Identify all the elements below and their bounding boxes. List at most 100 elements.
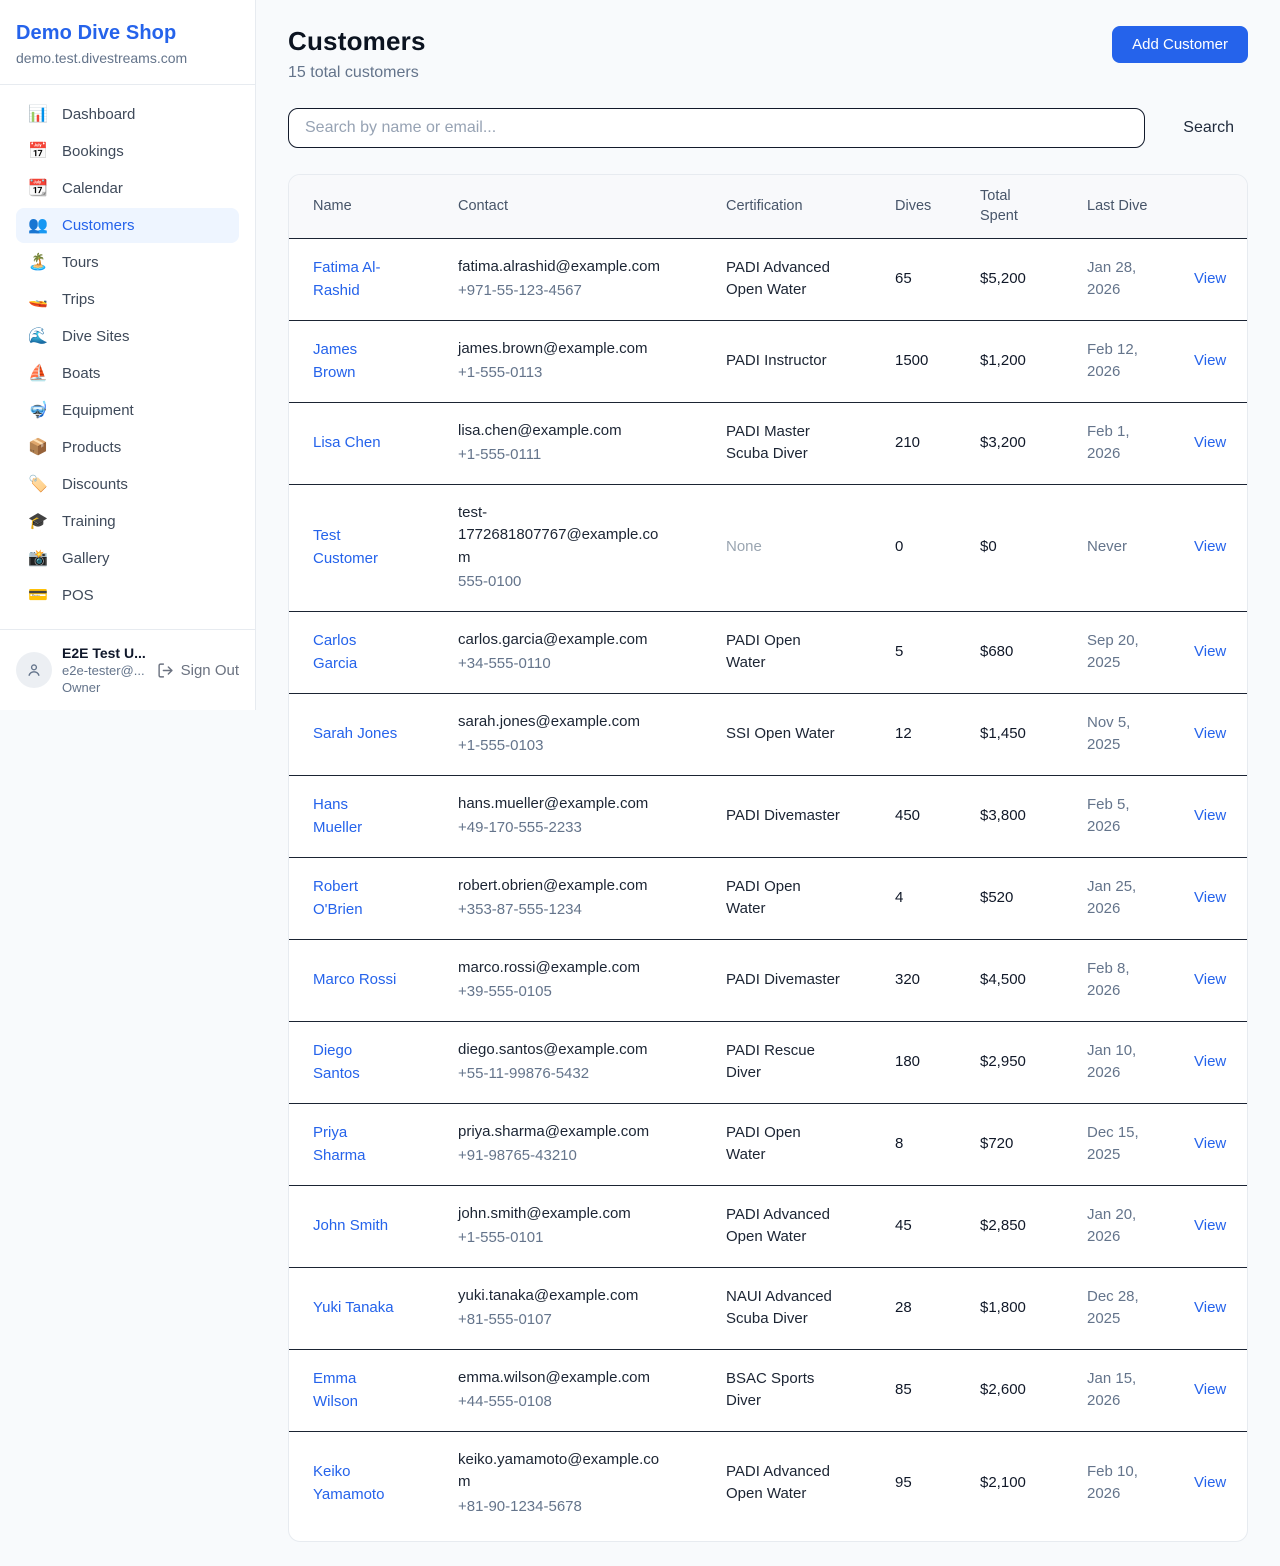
customers-table-card: NameContactCertificationDivesTotal Spent… — [288, 174, 1248, 1542]
view-customer-link[interactable]: View — [1194, 434, 1226, 451]
customer-last-dive: Jan 10, 2026 — [1063, 1021, 1170, 1103]
view-customer-link[interactable]: View — [1194, 1474, 1226, 1491]
column-header-contact: Contact — [434, 175, 702, 238]
view-customer-link[interactable]: View — [1194, 725, 1226, 742]
sidebar-item-customers[interactable]: 👥 Customers — [16, 208, 239, 243]
customer-name-link[interactable]: James Brown — [313, 338, 398, 385]
customer-name-link[interactable]: Emma Wilson — [313, 1367, 398, 1414]
customer-name-link[interactable]: Hans Mueller — [313, 793, 398, 840]
island-icon: 🏝️ — [28, 255, 48, 271]
customer-name-link[interactable]: John Smith — [313, 1214, 388, 1237]
view-customer-link[interactable]: View — [1194, 971, 1226, 988]
customer-total-spent: $3,200 — [956, 402, 1063, 484]
table-row: Lisa Chen lisa.chen@example.com +1-555-0… — [289, 402, 1247, 484]
sidebar-item-tours[interactable]: 🏝️ Tours — [16, 245, 239, 280]
customer-name-link[interactable]: Priya Sharma — [313, 1121, 398, 1168]
sign-out-button[interactable]: Sign Out — [157, 662, 239, 679]
sign-out-label: Sign Out — [181, 662, 239, 679]
page-title: Customers — [288, 26, 426, 57]
view-customer-link[interactable]: View — [1194, 889, 1226, 906]
user-email: e2e-tester@... — [62, 663, 146, 678]
sidebar-item-dive-sites[interactable]: 🌊 Dive Sites — [16, 319, 239, 354]
view-customer-link[interactable]: View — [1194, 1135, 1226, 1152]
customer-name-link[interactable]: Carlos Garcia — [313, 629, 398, 676]
customer-last-dive: Feb 1, 2026 — [1063, 402, 1170, 484]
search-input[interactable] — [288, 108, 1145, 148]
sidebar-item-calendar[interactable]: 📆 Calendar — [16, 171, 239, 206]
sidebar-user-section: E2E Test U... e2e-tester@... Owner Sign … — [0, 629, 255, 710]
user-meta: E2E Test U... e2e-tester@... Owner — [62, 645, 146, 695]
sidebar-item-label: Trips — [62, 291, 95, 308]
table-row: Emma Wilson emma.wilson@example.com +44-… — [289, 1349, 1247, 1431]
customer-dives: 210 — [871, 402, 956, 484]
sidebar-item-trips[interactable]: 🚤 Trips — [16, 282, 239, 317]
customer-name-link[interactable]: Marco Rossi — [313, 968, 396, 991]
table-row: Test Customer test-1772681807767@example… — [289, 484, 1247, 611]
view-customer-link[interactable]: View — [1194, 270, 1226, 287]
customer-name-link[interactable]: Test Customer — [313, 524, 398, 571]
customer-certification: PADI Instructor — [702, 320, 871, 402]
sidebar-item-boats[interactable]: ⛵ Boats — [16, 356, 239, 391]
customer-total-spent: $5,200 — [956, 238, 1063, 320]
sidebar-item-dashboard[interactable]: 📊 Dashboard — [16, 97, 239, 132]
customer-last-dive: Nov 5, 2025 — [1063, 693, 1170, 775]
customer-name-link[interactable]: Keiko Yamamoto — [313, 1460, 398, 1507]
customer-dives: 5 — [871, 611, 956, 693]
sidebar-item-label: Calendar — [62, 180, 123, 197]
customer-dives: 45 — [871, 1185, 956, 1267]
people-icon: 👥 — [28, 218, 48, 234]
customer-email: hans.mueller@example.com — [458, 793, 662, 816]
customer-name-link[interactable]: Fatima Al-Rashid — [313, 256, 398, 303]
sidebar-item-bookings[interactable]: 📅 Bookings — [16, 134, 239, 169]
column-header-total-spent: Total Spent — [956, 175, 1063, 238]
customer-name-link[interactable]: Robert O'Brien — [313, 875, 398, 922]
customer-last-dive: Dec 28, 2025 — [1063, 1267, 1170, 1349]
customer-last-dive: Feb 10, 2026 — [1063, 1431, 1170, 1535]
customer-last-dive: Jan 20, 2026 — [1063, 1185, 1170, 1267]
customer-name-link[interactable]: Yuki Tanaka — [313, 1296, 394, 1319]
customer-total-spent: $1,450 — [956, 693, 1063, 775]
customer-dives: 95 — [871, 1431, 956, 1535]
customer-total-spent: $680 — [956, 611, 1063, 693]
view-customer-link[interactable]: View — [1194, 807, 1226, 824]
view-customer-link[interactable]: View — [1194, 1053, 1226, 1070]
sidebar-item-products[interactable]: 📦 Products — [16, 430, 239, 465]
view-customer-link[interactable]: View — [1194, 538, 1226, 555]
customer-dives: 4 — [871, 857, 956, 939]
view-customer-link[interactable]: View — [1194, 1299, 1226, 1316]
customer-email: robert.obrien@example.com — [458, 875, 662, 898]
customer-name-link[interactable]: Sarah Jones — [313, 722, 397, 745]
view-customer-link[interactable]: View — [1194, 643, 1226, 660]
customer-name-link[interactable]: Diego Santos — [313, 1039, 398, 1086]
view-customer-link[interactable]: View — [1194, 352, 1226, 369]
customer-total-spent: $2,100 — [956, 1431, 1063, 1535]
add-customer-button[interactable]: Add Customer — [1112, 26, 1248, 63]
customer-total-spent: $1,200 — [956, 320, 1063, 402]
sidebar-item-discounts[interactable]: 🏷️ Discounts — [16, 467, 239, 502]
sidebar-item-training[interactable]: 🎓 Training — [16, 504, 239, 539]
search-button[interactable]: Search — [1169, 113, 1248, 143]
view-customer-link[interactable]: View — [1194, 1381, 1226, 1398]
customer-email: john.smith@example.com — [458, 1203, 662, 1226]
customer-email: diego.santos@example.com — [458, 1039, 662, 1062]
customer-last-dive: Dec 15, 2025 — [1063, 1103, 1170, 1185]
page-header: Customers 15 total customers Add Custome… — [288, 26, 1248, 82]
view-customer-link[interactable]: View — [1194, 1217, 1226, 1234]
sidebar-item-pos[interactable]: 💳 POS — [16, 578, 239, 613]
customer-total-spent: $0 — [956, 484, 1063, 611]
table-header-row: NameContactCertificationDivesTotal Spent… — [289, 175, 1247, 238]
customer-name-link[interactable]: Lisa Chen — [313, 431, 381, 454]
customer-phone: +91-98765-43210 — [458, 1145, 662, 1168]
customer-certification: PADI Advanced Open Water — [702, 238, 871, 320]
graduation-cap-icon: 🎓 — [28, 514, 48, 530]
customer-dives: 8 — [871, 1103, 956, 1185]
table-row: Carlos Garcia carlos.garcia@example.com … — [289, 611, 1247, 693]
customer-phone: +55-11-99876-5432 — [458, 1063, 662, 1086]
customer-last-dive: Jan 25, 2026 — [1063, 857, 1170, 939]
customer-phone: +353-87-555-1234 — [458, 899, 662, 922]
sidebar-item-equipment[interactable]: 🤿 Equipment — [16, 393, 239, 428]
sidebar-item-label: Bookings — [62, 143, 124, 160]
sidebar-item-gallery[interactable]: 📸 Gallery — [16, 541, 239, 576]
customer-email: priya.sharma@example.com — [458, 1121, 662, 1144]
calendar-date-icon: 📅 — [28, 144, 48, 160]
